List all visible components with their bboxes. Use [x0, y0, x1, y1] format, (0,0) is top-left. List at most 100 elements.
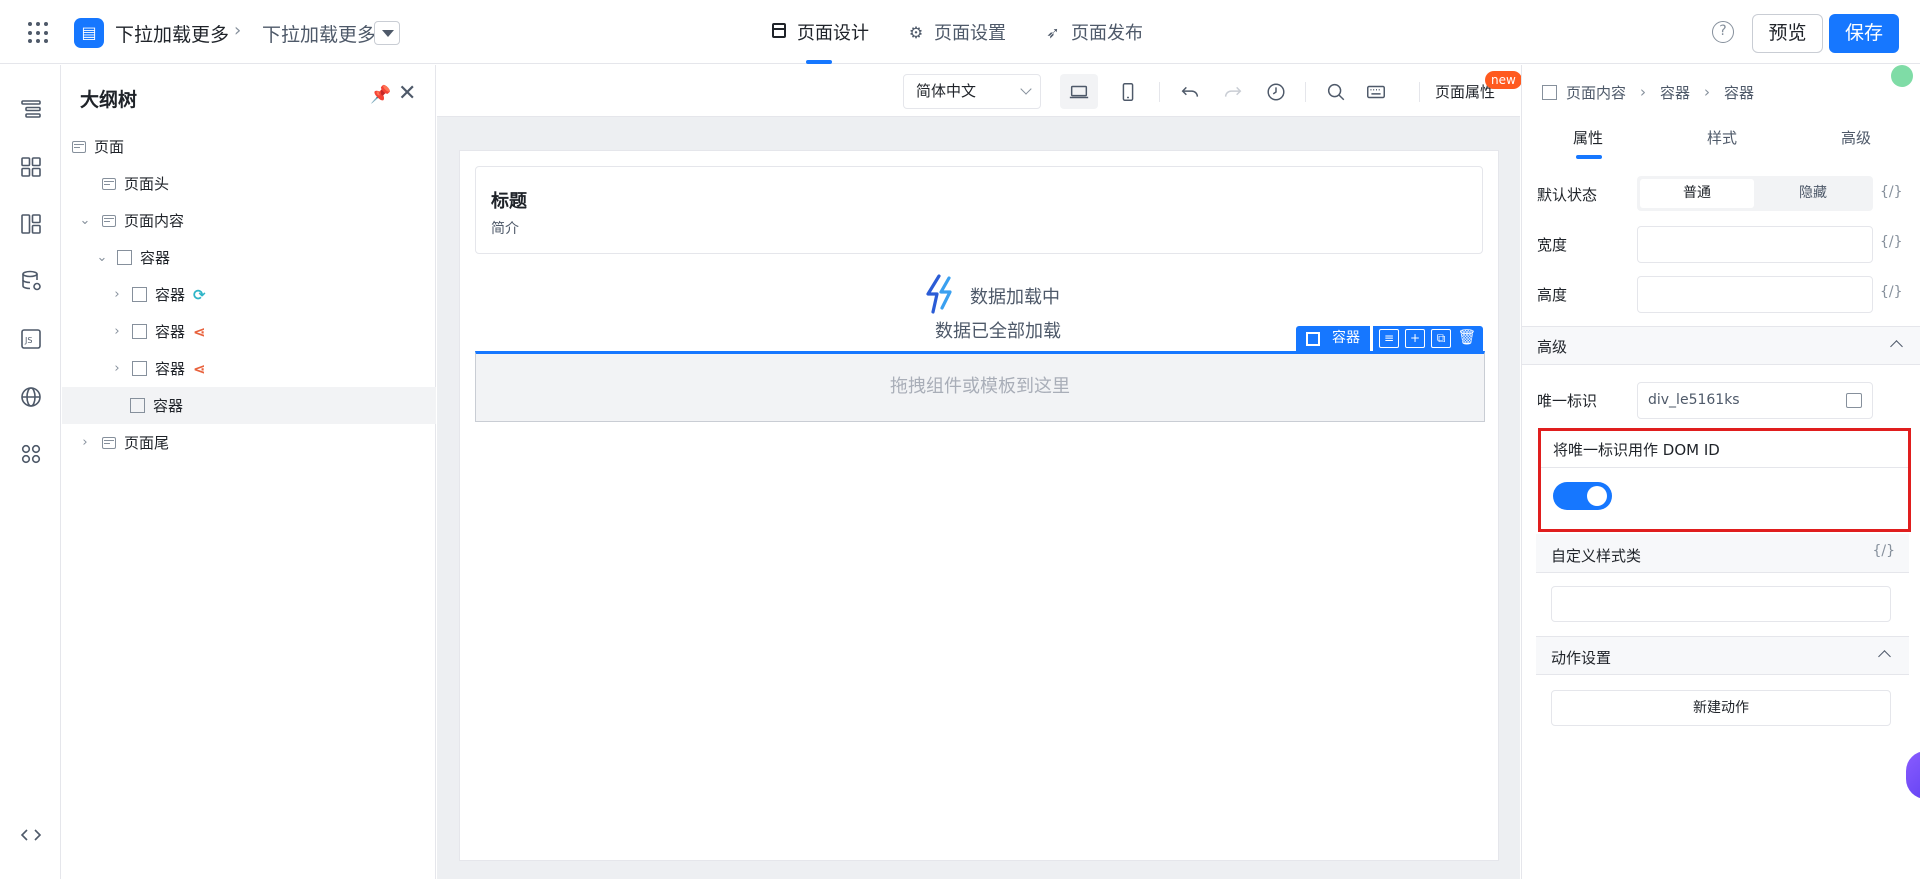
loop-icon: ⟳	[193, 285, 206, 304]
tab-page-publish[interactable]: ➶ 页面发布	[1044, 0, 1143, 64]
keyboard-icon[interactable]	[1357, 74, 1395, 109]
tree-node-label: 页面头	[124, 175, 170, 193]
datasource-icon[interactable]	[19, 269, 43, 293]
dom-id-toggle[interactable]	[1553, 482, 1612, 510]
page-node-icon	[102, 177, 116, 190]
history-icon[interactable]	[1257, 74, 1295, 109]
copy-id-icon[interactable]	[1846, 393, 1862, 408]
outline-title: 大纲树	[80, 89, 138, 111]
title-card[interactable]: 标题 简介	[475, 166, 1483, 254]
default-state-label: 默认状态	[1537, 186, 1598, 204]
assistant-float-button[interactable]	[1906, 751, 1920, 799]
tree-node-container[interactable]: › 容器 ⟳	[62, 276, 436, 313]
chevron-down-icon[interactable]: ⌄	[78, 213, 92, 228]
tab-attributes[interactable]: 属性	[1573, 127, 1603, 159]
tab-page-design-label: 页面设计	[797, 23, 869, 44]
js-icon[interactable]: JS	[19, 327, 43, 351]
custom-class-input[interactable]	[1551, 586, 1891, 622]
props-breadcrumb-item[interactable]: 容器	[1724, 82, 1754, 103]
expression-binding-icon[interactable]: {/}	[1880, 284, 1903, 300]
mobile-view-icon[interactable]	[1109, 74, 1147, 109]
selected-component-toolbar: 容器 ≡ + ⧉ 🗑	[1296, 326, 1483, 351]
help-icon[interactable]: ?	[1712, 21, 1734, 43]
page-node-icon	[102, 214, 116, 227]
action-section-header[interactable]: 动作设置	[1536, 636, 1909, 675]
tab-page-settings[interactable]: ⚙ 页面设置	[907, 0, 1006, 64]
chevron-right-icon[interactable]: ›	[110, 361, 124, 376]
app-logo-icon: ▤	[74, 18, 104, 48]
tree-node-container[interactable]: › 容器 ⋖	[62, 350, 436, 387]
save-button[interactable]: 保存	[1829, 14, 1899, 53]
breadcrumb-separator-icon: ›	[234, 20, 242, 41]
preview-button[interactable]: 预览	[1752, 14, 1823, 53]
action-section-title: 动作设置	[1551, 649, 1612, 667]
page-design-icon	[770, 22, 788, 42]
tree-node-container[interactable]: › 容器 ⋖	[62, 313, 436, 350]
tree-node-page-header[interactable]: 页面头	[62, 165, 436, 202]
breadcrumb-page[interactable]: 下拉加载更多	[262, 20, 376, 47]
tab-advanced[interactable]: 高级	[1841, 127, 1871, 148]
height-input[interactable]	[1637, 276, 1873, 313]
tree-node-label: 容器	[140, 249, 171, 267]
chevron-right-icon[interactable]: ›	[78, 435, 92, 450]
props-tabs: 属性 样式 高级	[1522, 117, 1920, 159]
pin-icon[interactable]: 📌	[370, 85, 391, 105]
tree-node-container[interactable]: ⌄ 容器	[62, 239, 436, 276]
tab-styles[interactable]: 样式	[1707, 127, 1737, 148]
state-hidden-option[interactable]: 隐藏	[1756, 179, 1870, 208]
props-breadcrumb-item[interactable]: 页面内容	[1566, 82, 1626, 103]
expression-binding-icon[interactable]: {/}	[1872, 543, 1895, 559]
selected-component-name[interactable]: 容器	[1296, 326, 1370, 351]
unique-id-value: div_le5161ks	[1648, 392, 1740, 408]
globe-icon[interactable]	[19, 385, 43, 409]
tree-node-page-footer[interactable]: › 页面尾	[62, 424, 436, 461]
width-input[interactable]	[1637, 226, 1873, 263]
props-breadcrumb-item[interactable]: 容器	[1660, 82, 1690, 103]
tree-node-label: 页面尾	[124, 434, 170, 452]
app-launcher-icon[interactable]	[28, 22, 50, 44]
expression-binding-icon[interactable]: {/}	[1880, 184, 1903, 200]
desktop-view-icon[interactable]	[1060, 74, 1098, 109]
select-parent-icon[interactable]: ≡	[1379, 329, 1399, 348]
card-title: 标题	[491, 191, 527, 212]
advanced-section-header[interactable]: 高级	[1522, 326, 1920, 365]
new-badge: new	[1485, 71, 1522, 89]
left-icon-rail: JS	[0, 65, 61, 879]
dom-id-label: 将唯一标识用作 DOM ID	[1553, 441, 1720, 459]
unique-id-input[interactable]: div_le5161ks	[1637, 382, 1873, 419]
outline-icon[interactable]	[19, 97, 43, 121]
chevron-up-icon	[1890, 340, 1903, 353]
breadcrumb-app[interactable]: 下拉加载更多	[115, 20, 229, 47]
drop-zone[interactable]: 拖拽组件或模板到这里	[475, 351, 1485, 422]
redo-icon[interactable]	[1214, 74, 1252, 109]
apps-icon[interactable]	[19, 442, 43, 466]
state-normal-option[interactable]: 普通	[1640, 179, 1754, 208]
tab-page-design[interactable]: 页面设计	[770, 0, 869, 64]
page-node-icon	[102, 436, 116, 449]
layout-icon[interactable]	[19, 212, 43, 236]
selected-component-actions: ≡ + ⧉ 🗑	[1373, 326, 1483, 351]
container-icon	[1306, 331, 1320, 346]
chevron-right-icon[interactable]: ›	[110, 324, 124, 339]
new-action-button[interactable]: 新建动作	[1551, 690, 1891, 726]
delete-icon[interactable]: 🗑	[1457, 329, 1477, 348]
tree-node-label: 容器	[153, 397, 184, 415]
code-icon[interactable]	[19, 823, 43, 847]
all-loaded-text: 数据已全部加载	[935, 321, 1061, 342]
add-icon[interactable]: +	[1405, 329, 1425, 348]
tree-node-page[interactable]: 页面	[62, 128, 436, 165]
tree-node-container-selected[interactable]: 容器	[62, 387, 436, 424]
language-select[interactable]: 简体中文	[903, 74, 1041, 109]
search-icon[interactable]	[1317, 74, 1355, 109]
page-node-icon	[72, 140, 86, 153]
chevron-down-icon[interactable]: ⌄	[95, 250, 109, 265]
close-icon[interactable]: ✕	[398, 81, 416, 106]
chevron-right-icon[interactable]: ›	[110, 287, 124, 302]
tree-node-page-content[interactable]: ⌄ 页面内容	[62, 202, 436, 239]
top-tabs: 页面设计 ⚙ 页面设置 ➶ 页面发布	[770, 0, 1181, 64]
page-switch-dropdown[interactable]	[374, 21, 400, 45]
components-icon[interactable]	[19, 155, 43, 179]
undo-icon[interactable]	[1171, 74, 1209, 109]
copy-icon[interactable]: ⧉	[1431, 329, 1451, 348]
expression-binding-icon[interactable]: {/}	[1880, 234, 1903, 250]
